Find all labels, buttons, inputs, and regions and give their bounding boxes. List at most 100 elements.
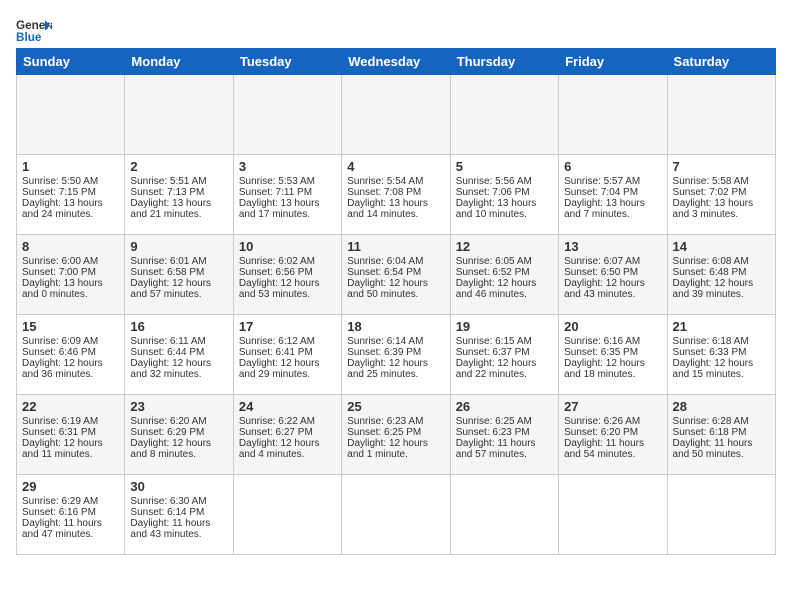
day-info: Sunrise: 5:54 AM [347, 176, 444, 187]
day-info: Sunrise: 6:14 AM [347, 336, 444, 347]
day-info: Daylight: 12 hours [347, 278, 444, 289]
day-info: Daylight: 12 hours [456, 278, 553, 289]
day-header-sunday: Sunday [17, 49, 125, 75]
day-number: 25 [347, 399, 444, 414]
day-info: Sunset: 6:46 PM [22, 347, 119, 358]
day-info: and 39 minutes. [673, 289, 770, 300]
day-info: Daylight: 13 hours [564, 198, 661, 209]
calendar-cell: 18Sunrise: 6:14 AMSunset: 6:39 PMDayligh… [342, 315, 450, 395]
calendar-cell: 30Sunrise: 6:30 AMSunset: 6:14 PMDayligh… [125, 475, 233, 555]
day-info: Sunset: 7:02 PM [673, 187, 770, 198]
day-info: and 14 minutes. [347, 209, 444, 220]
day-info: Sunset: 6:25 PM [347, 427, 444, 438]
day-number: 18 [347, 319, 444, 334]
calendar-cell: 12Sunrise: 6:05 AMSunset: 6:52 PMDayligh… [450, 235, 558, 315]
day-info: Sunset: 6:58 PM [130, 267, 227, 278]
calendar-cell: 3Sunrise: 5:53 AMSunset: 7:11 PMDaylight… [233, 155, 341, 235]
day-info: Sunset: 7:11 PM [239, 187, 336, 198]
day-info: and 53 minutes. [239, 289, 336, 300]
day-info: Sunrise: 5:53 AM [239, 176, 336, 187]
day-info: Daylight: 12 hours [347, 438, 444, 449]
day-info: Daylight: 11 hours [22, 518, 119, 529]
calendar-cell [342, 75, 450, 155]
day-info: and 46 minutes. [456, 289, 553, 300]
day-number: 2 [130, 159, 227, 174]
day-info: Sunrise: 6:26 AM [564, 416, 661, 427]
day-info: Sunset: 6:20 PM [564, 427, 661, 438]
day-info: Sunrise: 5:57 AM [564, 176, 661, 187]
day-info: Daylight: 13 hours [22, 198, 119, 209]
calendar-cell: 24Sunrise: 6:22 AMSunset: 6:27 PMDayligh… [233, 395, 341, 475]
day-number: 5 [456, 159, 553, 174]
day-info: Sunset: 7:04 PM [564, 187, 661, 198]
day-info: and 47 minutes. [22, 529, 119, 540]
day-info: Sunset: 7:15 PM [22, 187, 119, 198]
day-number: 15 [22, 319, 119, 334]
day-number: 28 [673, 399, 770, 414]
day-info: and 29 minutes. [239, 369, 336, 380]
calendar-cell: 20Sunrise: 6:16 AMSunset: 6:35 PMDayligh… [559, 315, 667, 395]
day-info: Daylight: 12 hours [239, 278, 336, 289]
calendar-cell: 7Sunrise: 5:58 AMSunset: 7:02 PMDaylight… [667, 155, 775, 235]
day-info: and 54 minutes. [564, 449, 661, 460]
calendar-cell [233, 75, 341, 155]
calendar-cell: 4Sunrise: 5:54 AMSunset: 7:08 PMDaylight… [342, 155, 450, 235]
day-number: 12 [456, 239, 553, 254]
calendar-cell: 11Sunrise: 6:04 AMSunset: 6:54 PMDayligh… [342, 235, 450, 315]
day-info: and 25 minutes. [347, 369, 444, 380]
day-info: Sunrise: 5:58 AM [673, 176, 770, 187]
day-info: Daylight: 12 hours [239, 358, 336, 369]
day-number: 21 [673, 319, 770, 334]
calendar-cell: 5Sunrise: 5:56 AMSunset: 7:06 PMDaylight… [450, 155, 558, 235]
day-info: and 50 minutes. [347, 289, 444, 300]
day-number: 4 [347, 159, 444, 174]
day-info: and 10 minutes. [456, 209, 553, 220]
day-info: and 24 minutes. [22, 209, 119, 220]
day-info: and 7 minutes. [564, 209, 661, 220]
day-header-saturday: Saturday [667, 49, 775, 75]
calendar-cell: 23Sunrise: 6:20 AMSunset: 6:29 PMDayligh… [125, 395, 233, 475]
day-header-wednesday: Wednesday [342, 49, 450, 75]
day-number: 19 [456, 319, 553, 334]
day-info: Sunrise: 6:00 AM [22, 256, 119, 267]
day-info: Daylight: 12 hours [347, 358, 444, 369]
day-info: and 3 minutes. [673, 209, 770, 220]
day-info: and 11 minutes. [22, 449, 119, 460]
day-info: Daylight: 12 hours [22, 438, 119, 449]
day-info: Daylight: 11 hours [564, 438, 661, 449]
day-number: 8 [22, 239, 119, 254]
calendar-cell: 16Sunrise: 6:11 AMSunset: 6:44 PMDayligh… [125, 315, 233, 395]
day-info: Sunset: 7:06 PM [456, 187, 553, 198]
day-number: 20 [564, 319, 661, 334]
day-number: 6 [564, 159, 661, 174]
day-info: Daylight: 13 hours [22, 278, 119, 289]
day-info: Sunrise: 6:12 AM [239, 336, 336, 347]
day-info: Sunset: 6:31 PM [22, 427, 119, 438]
day-info: Sunrise: 6:11 AM [130, 336, 227, 347]
day-info: Sunrise: 6:15 AM [456, 336, 553, 347]
day-info: Sunset: 6:37 PM [456, 347, 553, 358]
day-info: Daylight: 12 hours [564, 278, 661, 289]
calendar-week-row [17, 75, 776, 155]
day-info: Sunset: 6:35 PM [564, 347, 661, 358]
day-info: Daylight: 13 hours [239, 198, 336, 209]
calendar-cell [559, 475, 667, 555]
calendar-week-row: 15Sunrise: 6:09 AMSunset: 6:46 PMDayligh… [17, 315, 776, 395]
calendar-cell: 25Sunrise: 6:23 AMSunset: 6:25 PMDayligh… [342, 395, 450, 475]
day-number: 27 [564, 399, 661, 414]
day-info: Sunrise: 6:08 AM [673, 256, 770, 267]
day-info: Sunrise: 6:18 AM [673, 336, 770, 347]
day-info: and 1 minute. [347, 449, 444, 460]
calendar-cell: 9Sunrise: 6:01 AMSunset: 6:58 PMDaylight… [125, 235, 233, 315]
calendar-cell [667, 75, 775, 155]
day-info: Sunset: 6:50 PM [564, 267, 661, 278]
day-number: 24 [239, 399, 336, 414]
calendar-cell: 8Sunrise: 6:00 AMSunset: 7:00 PMDaylight… [17, 235, 125, 315]
day-info: and 43 minutes. [564, 289, 661, 300]
calendar-cell: 26Sunrise: 6:25 AMSunset: 6:23 PMDayligh… [450, 395, 558, 475]
day-info: Sunset: 6:14 PM [130, 507, 227, 518]
day-info: Daylight: 11 hours [130, 518, 227, 529]
day-info: Sunset: 6:52 PM [456, 267, 553, 278]
day-info: Daylight: 13 hours [347, 198, 444, 209]
day-info: and 21 minutes. [130, 209, 227, 220]
